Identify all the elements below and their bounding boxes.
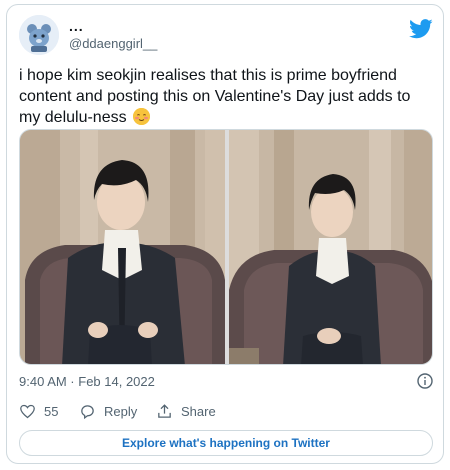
photo-right[interactable] — [229, 130, 433, 365]
share-icon — [158, 404, 171, 418]
share-button[interactable]: Share — [156, 403, 216, 420]
photo-left[interactable] — [20, 130, 225, 365]
share-label: Share — [181, 404, 216, 419]
timestamp[interactable]: 9:40 AM · Feb 14, 2022 — [19, 374, 155, 389]
tweet-text: i hope kim seokjin realises that this is… — [19, 67, 411, 126]
tweet-header: ... @ddaenggirl__ — [19, 15, 433, 59]
heart-icon — [20, 404, 35, 419]
reply-icon — [81, 405, 94, 420]
timestamp-row: 9:40 AM · Feb 14, 2022 — [19, 373, 433, 393]
like-button[interactable]: 55 — [19, 403, 58, 420]
author-display-name[interactable]: ... — [69, 18, 84, 34]
info-icon[interactable] — [417, 373, 433, 389]
tweet-card: ... @ddaenggirl__ i hope kim seokjin rea… — [6, 4, 444, 464]
like-count: 55 — [44, 404, 59, 419]
tweet-media[interactable] — [19, 129, 433, 365]
reply-label: Reply — [104, 404, 138, 419]
explore-twitter-button[interactable]: Explore what's happening on Twitter — [19, 430, 433, 456]
reply-button[interactable]: Reply — [79, 403, 137, 420]
blushing-face-emoji-icon — [133, 108, 151, 125]
twitter-bird-icon[interactable] — [409, 19, 433, 39]
author-handle[interactable]: @ddaenggirl__ — [69, 36, 157, 51]
tweet-body: i hope kim seokjin realises that this is… — [19, 65, 429, 128]
avatar[interactable] — [19, 15, 59, 55]
action-bar: 55 Reply Share — [19, 403, 433, 423]
